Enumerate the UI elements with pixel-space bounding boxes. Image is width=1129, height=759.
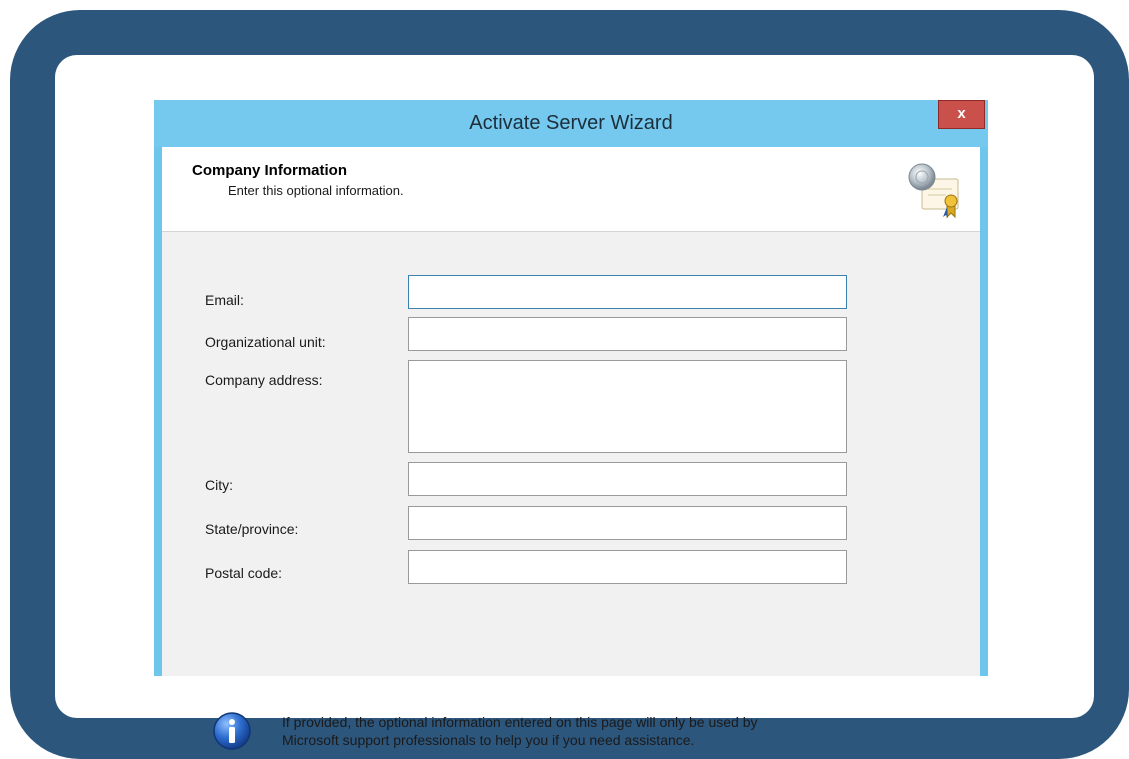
wizard-header: Company Information Enter this optional … bbox=[162, 147, 980, 232]
title-bar[interactable]: Activate Server Wizard x bbox=[154, 100, 988, 147]
close-button[interactable]: x bbox=[938, 100, 985, 129]
company-address-field[interactable] bbox=[408, 360, 847, 453]
company-address-label: Company address: bbox=[205, 372, 323, 388]
state-province-label: State/province: bbox=[205, 521, 299, 537]
page-title: Company Information bbox=[192, 162, 348, 179]
postal-code-field[interactable] bbox=[408, 550, 847, 584]
info-message-line-2: Microsoft support professionals to help … bbox=[282, 732, 695, 748]
email-label: Email: bbox=[205, 292, 244, 308]
org-unit-field[interactable] bbox=[408, 317, 847, 351]
org-unit-label: Organizational unit: bbox=[205, 334, 326, 350]
email-field[interactable] bbox=[408, 275, 847, 309]
certificate-icon bbox=[908, 163, 959, 219]
window-title: Activate Server Wizard bbox=[469, 112, 673, 134]
info-message: If provided, the optional information en… bbox=[282, 713, 882, 749]
state-province-field[interactable] bbox=[408, 506, 847, 540]
info-icon bbox=[213, 712, 251, 750]
city-label: City: bbox=[205, 477, 233, 493]
info-message-line-1: If provided, the optional information en… bbox=[282, 714, 758, 730]
postal-code-label: Postal code: bbox=[205, 565, 283, 581]
wizard-window: Activate Server Wizard x Company Informa… bbox=[154, 100, 988, 750]
city-field[interactable] bbox=[408, 462, 847, 496]
wizard-content: Company Information Enter this optional … bbox=[162, 147, 980, 750]
page-subtitle: Enter this optional information. bbox=[228, 183, 404, 198]
